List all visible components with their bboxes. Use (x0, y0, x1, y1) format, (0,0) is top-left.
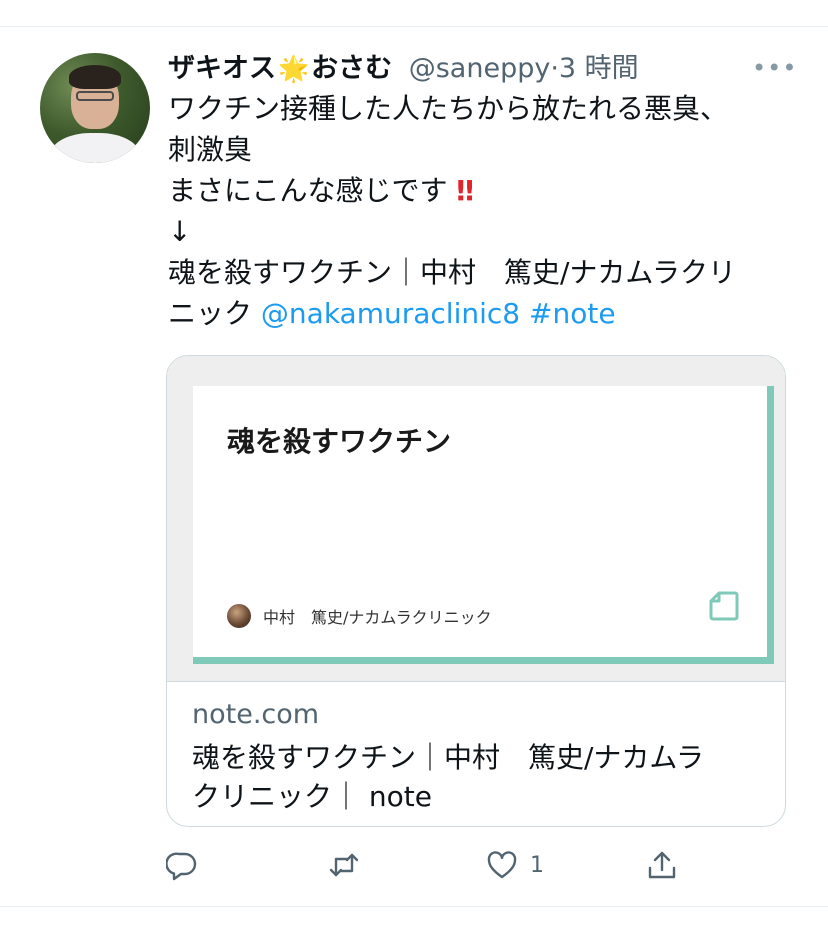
author-handle[interactable]: @saneppy (409, 53, 551, 84)
tweet-text: ワクチン接種した人たちから放たれる悪臭、 刺激臭 まさにこんな感じです ‼ ↓ … (168, 88, 798, 334)
author-avatar[interactable] (40, 53, 150, 163)
share-icon (648, 851, 676, 879)
card-domain: note.com (192, 699, 320, 730)
share-button[interactable] (646, 845, 678, 885)
more-options-icon[interactable]: ••• (752, 56, 796, 80)
tweet-text-segment: まさにこんな感じです (168, 174, 448, 207)
like-icon (487, 851, 517, 879)
tweet-text-line: ↓ (168, 215, 192, 248)
retweet-icon (329, 853, 359, 877)
mention-link[interactable]: @nakamuraclinic8 (261, 297, 520, 330)
top-divider (0, 26, 828, 27)
tweet-text-line: まさにこんな感じです ‼ (168, 170, 798, 211)
avatar-shirt (50, 133, 140, 163)
tweet-timestamp[interactable]: 3 時間 (559, 53, 639, 84)
author-name-suffix[interactable]: おさむ (311, 53, 392, 84)
time-separator: · (550, 53, 559, 84)
card-title: 魂を殺すワクチン｜中村 篤史/ナカムラ クリニック｜ note (192, 738, 762, 816)
author-name[interactable]: ザキオス (168, 53, 276, 84)
tweet-text-line: ワクチン接種した人たちから放たれる悪臭、 (168, 92, 729, 125)
card-title-line: 魂を殺すワクチン｜中村 篤史/ナカムラ (192, 741, 705, 774)
card-title-line: クリニック｜ note (192, 780, 432, 813)
tweet-text-line: 刺激臭 (168, 133, 253, 166)
like-button[interactable]: 1 (486, 845, 544, 885)
like-count: 1 (530, 852, 544, 878)
tweet-actions: 1 (0, 845, 828, 885)
card-preview-image[interactable]: 魂を殺すワクチン 中村 篤史/ナカムラクリニック (167, 356, 785, 681)
reply-icon (166, 852, 197, 881)
preview-author: 中村 篤史/ナカムラクリニック (227, 602, 492, 630)
tweet-text-line: 魂を殺すワクチン｜中村 篤史/ナカムラクリ (168, 256, 737, 289)
card-divider (167, 681, 785, 682)
bottom-divider (0, 906, 828, 907)
retweet-button[interactable] (328, 845, 360, 885)
note-logo-icon (709, 591, 739, 621)
hashtag-link[interactable]: #note (529, 297, 616, 330)
reply-button[interactable] (166, 845, 198, 885)
tweet-text-segment: ニック (168, 297, 253, 330)
preview-title: 魂を殺すワクチン (227, 425, 452, 458)
star-icon: 🌟 (278, 54, 310, 83)
preview-author-name: 中村 篤史/ナカムラクリニック (263, 608, 492, 627)
preview-author-avatar (227, 604, 251, 628)
double-exclamation-icon: ‼ (456, 174, 474, 207)
note-preview: 魂を殺すワクチン 中村 篤史/ナカムラクリニック (193, 386, 774, 664)
avatar-hair (69, 65, 121, 89)
link-card[interactable]: 魂を殺すワクチン 中村 篤史/ナカムラクリニック note.com 魂を殺すワク… (166, 355, 786, 827)
tweet-text-line: ニック @nakamuraclinic8 #note (168, 293, 798, 334)
avatar-glasses (76, 91, 114, 101)
tweet-header: ザキオス🌟おさむ @saneppy·3 時間 (168, 49, 639, 89)
